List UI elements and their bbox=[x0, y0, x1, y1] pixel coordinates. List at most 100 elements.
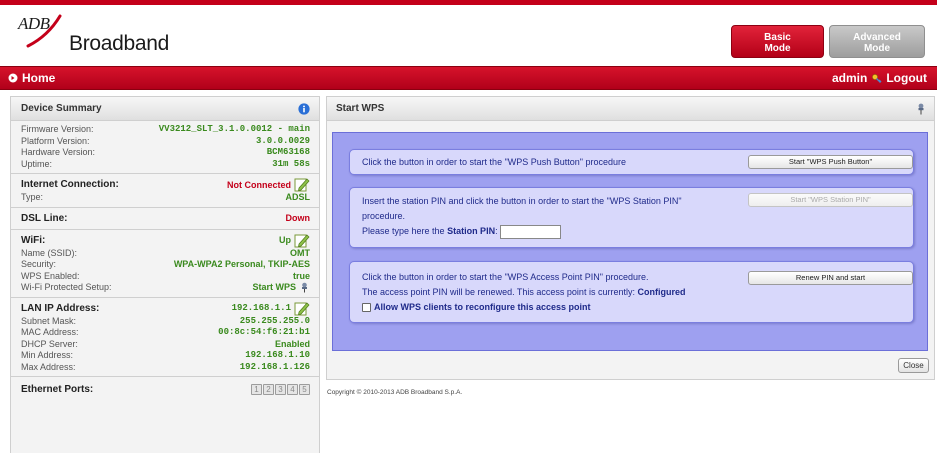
info-label: Platform Version: bbox=[21, 135, 90, 146]
info-label: Subnet Mask: bbox=[21, 315, 77, 326]
ap-checkbox-row[interactable]: Allow WPS clients to reconfigure this ac… bbox=[362, 300, 901, 315]
info-label: Uptime: bbox=[21, 158, 53, 169]
info-value: 192.168.1.126 bbox=[239, 361, 310, 372]
edit-icon[interactable] bbox=[294, 177, 310, 192]
device-summary-title: Device Summary bbox=[21, 103, 102, 114]
dsl-section: DSL Line: Down bbox=[11, 207, 319, 230]
ethernet-port: 2 bbox=[263, 383, 274, 395]
station-description-line2: procedure. bbox=[362, 211, 406, 221]
info-row: Wi-Fi Protected Setup: Start WPS bbox=[21, 282, 310, 294]
logo-adb-text: ADB bbox=[18, 14, 50, 33]
info-row: Type: ADSL bbox=[21, 192, 310, 204]
home-bullet-icon bbox=[8, 73, 18, 83]
ethernet-title: Ethernet Ports: bbox=[21, 383, 94, 395]
lan-ip-wrap: 192.168.1.1 bbox=[232, 301, 310, 316]
lan-section: LAN IP Address: 192.168.1.1 Subnet Mask:… bbox=[11, 297, 319, 377]
ethernet-port: 4 bbox=[287, 383, 298, 395]
home-link[interactable]: Home bbox=[8, 71, 55, 85]
info-value: BCM63168 bbox=[266, 147, 310, 157]
info-value: 3.0.0.0029 bbox=[255, 135, 310, 146]
top-accent-bar bbox=[0, 0, 937, 5]
start-wps-header: Start WPS bbox=[327, 97, 934, 121]
ethernet-port: 3 bbox=[275, 383, 286, 395]
station-pin-label: Station PIN bbox=[447, 226, 496, 236]
user-area: admin Logout bbox=[832, 71, 927, 85]
nav-bar: Home admin Logout bbox=[0, 66, 937, 90]
wps-station-pin-box: Insert the station PIN and click the but… bbox=[349, 187, 914, 248]
start-wps-title: Start WPS bbox=[336, 103, 385, 114]
basic-mode-label: Basic Mode bbox=[764, 32, 791, 54]
station-pin-row: Please type here the Station PIN: bbox=[362, 224, 901, 239]
info-label: Min Address: bbox=[21, 350, 74, 360]
internet-status-wrap: Not Connected bbox=[227, 177, 310, 192]
device-info-section: Firmware Version: VV3212_SLT_3.1.0.0012 -… bbox=[11, 121, 319, 174]
pin-icon bbox=[302, 282, 307, 293]
wifi-section: WiFi: Up Name (SSID): OMT Security: WPA-WP… bbox=[11, 229, 319, 298]
logo-broadband-text: Broadband bbox=[69, 32, 170, 55]
logout-link[interactable]: Logout bbox=[886, 71, 927, 85]
wps-access-point-pin-box: Click the button in order to start the "… bbox=[349, 261, 914, 323]
start-wps-push-button[interactable]: Start "WPS Push Button" bbox=[748, 155, 913, 169]
info-row: Subnet Mask: 255.255.255.0 bbox=[21, 316, 310, 328]
station-pin-input[interactable] bbox=[500, 224, 562, 239]
info-value: 31m 58s bbox=[272, 158, 310, 169]
advanced-mode-label: Advanced Mode bbox=[853, 32, 901, 54]
info-label: Name (SSID): bbox=[21, 247, 78, 258]
start-wps-station-pin-button[interactable]: Start "WPS Station PIN" bbox=[748, 193, 913, 207]
wifi-title: WiFi: bbox=[21, 234, 46, 246]
info-row: Platform Version: 3.0.0.0029 bbox=[21, 136, 310, 148]
lan-ip: 192.168.1.1 bbox=[231, 303, 291, 313]
info-label: Max Address: bbox=[21, 361, 76, 372]
advanced-mode-button[interactable]: Advanced Mode bbox=[829, 25, 925, 58]
info-value: 192.168.1.10 bbox=[245, 350, 310, 360]
ap-status: Configured bbox=[637, 287, 686, 297]
info-label: Hardware Version: bbox=[21, 147, 96, 157]
info-value: 00:8c:54:f6:21:b1 bbox=[218, 327, 310, 337]
pin-icon[interactable] bbox=[916, 103, 926, 115]
station-pin-colon: : bbox=[495, 226, 498, 236]
info-row: DHCP Server: Enabled bbox=[21, 339, 310, 351]
allow-reconfigure-label[interactable]: Allow WPS clients to reconfigure this ac… bbox=[374, 302, 591, 312]
info-row: Hardware Version: BCM63168 bbox=[21, 147, 310, 159]
info-value: WPA-WPA2 Personal, TKIP-AES bbox=[173, 259, 310, 269]
internet-title: Internet Connection: bbox=[21, 179, 119, 190]
info-label: Wi-Fi Protected Setup: bbox=[21, 282, 112, 292]
close-button[interactable]: Close bbox=[898, 358, 929, 373]
start-wps-link-wrap[interactable]: Start WPS bbox=[252, 282, 310, 294]
basic-mode-button[interactable]: Basic Mode bbox=[731, 25, 824, 58]
start-wps-link[interactable]: Start WPS bbox=[252, 282, 296, 294]
renew-pin-button[interactable]: Renew PIN and start bbox=[748, 271, 913, 285]
wifi-status: Up bbox=[279, 235, 291, 245]
internet-section: Internet Connection: Not Connected Type:… bbox=[11, 174, 319, 208]
info-icon[interactable] bbox=[298, 102, 310, 115]
info-value: OMT bbox=[290, 247, 310, 258]
wps-push-button-box: Click the button in order to start the "… bbox=[349, 149, 914, 175]
key-icon bbox=[872, 73, 882, 83]
ap-description-line2: The access point PIN will be renewed. Th… bbox=[362, 285, 901, 300]
start-wps-panel: Start WPS Click the button in order to s… bbox=[326, 96, 935, 380]
info-label: WPS Enabled: bbox=[21, 270, 80, 281]
info-label: Firmware Version: bbox=[21, 124, 94, 134]
ethernet-ports: 12345 bbox=[250, 383, 310, 395]
info-row: MAC Address: 00:8c:54:f6:21:b1 bbox=[21, 327, 310, 339]
info-label: Security: bbox=[21, 259, 57, 269]
allow-reconfigure-checkbox[interactable] bbox=[362, 303, 371, 313]
info-row: WPS Enabled: true bbox=[21, 271, 310, 283]
push-description: Click the button in order to start the "… bbox=[362, 157, 627, 167]
info-row: Firmware Version: VV3212_SLT_3.1.0.0012 -… bbox=[21, 124, 310, 136]
wifi-status-wrap: Up bbox=[279, 233, 310, 248]
info-row: Max Address: 192.168.1.126 bbox=[21, 362, 310, 374]
dsl-status: Down bbox=[285, 213, 311, 223]
username: admin bbox=[832, 71, 868, 85]
info-value: 255.255.255.0 bbox=[239, 315, 310, 326]
type-label: Type: bbox=[21, 192, 44, 202]
type-value: ADSL bbox=[285, 192, 311, 202]
copyright-text: Copyright © 2010-2013 ADB Broadband S.p.… bbox=[327, 389, 463, 396]
ethernet-section: Ethernet Ports: 12345 bbox=[11, 377, 319, 401]
wifi-title-row: WiFi: Up bbox=[21, 233, 310, 248]
edit-icon[interactable] bbox=[294, 301, 310, 316]
dsl-title: DSL Line: bbox=[21, 212, 68, 224]
ethernet-port: 1 bbox=[251, 383, 262, 395]
info-value: VV3212_SLT_3.1.0.0012 - main bbox=[158, 124, 310, 134]
edit-icon[interactable] bbox=[294, 233, 310, 248]
